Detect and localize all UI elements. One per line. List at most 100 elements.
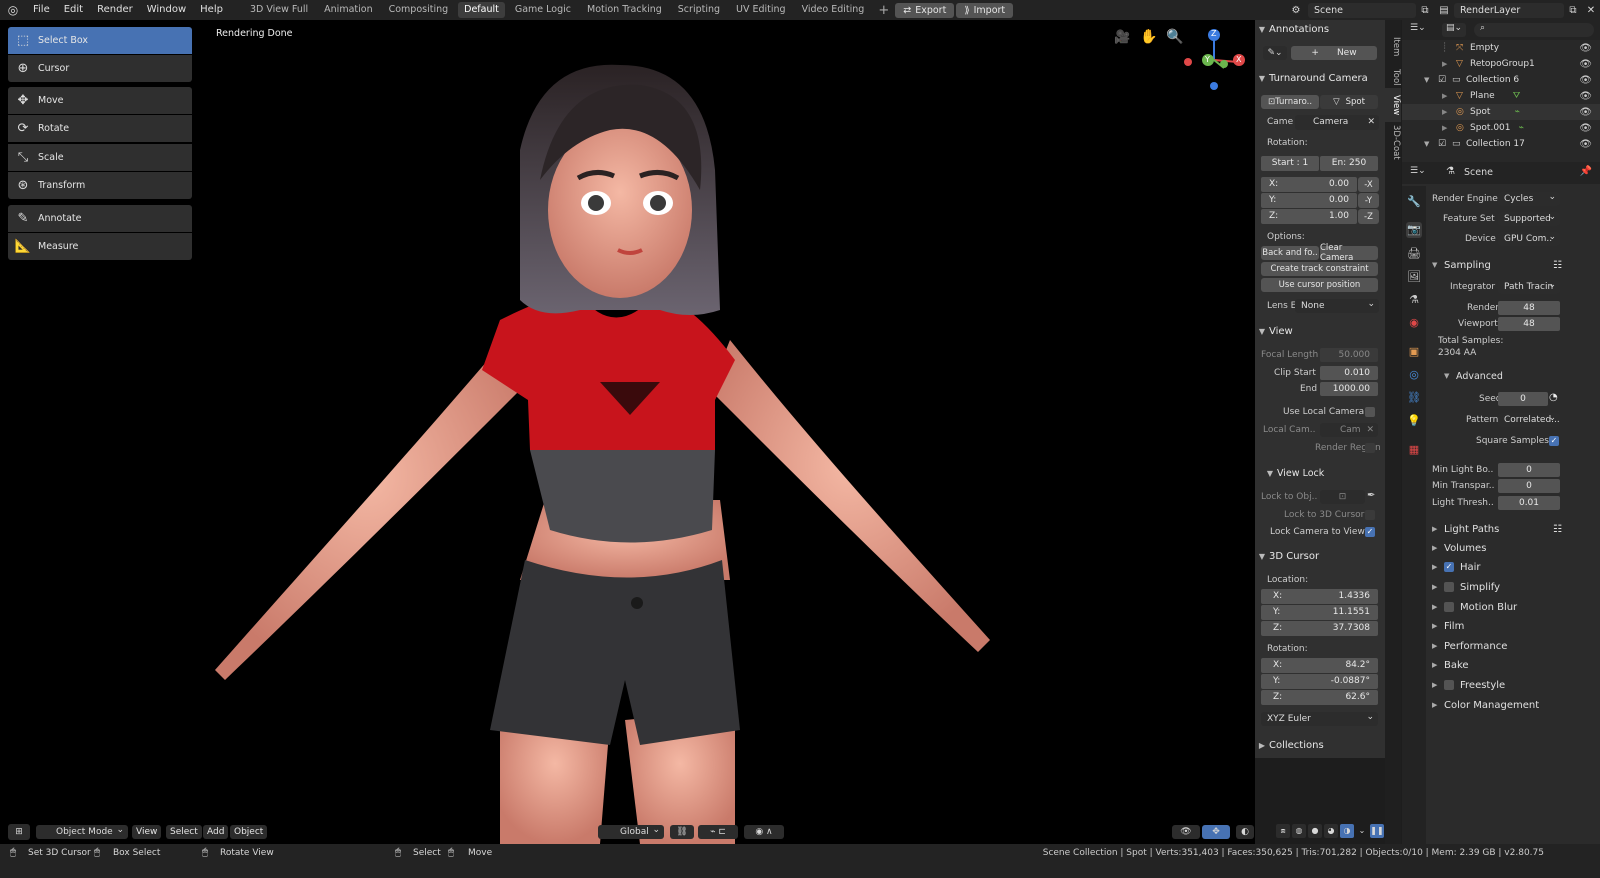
sampling-header[interactable]: ▼ Sampling ☷ — [1432, 256, 1562, 274]
menu-view[interactable]: View — [132, 825, 162, 839]
cursor-loc-z-field[interactable]: Z: 37.7308 — [1261, 621, 1378, 636]
snap-icon[interactable]: ⌁ ⊏ — [698, 825, 738, 839]
eyedropper-icon[interactable]: ✒ — [1367, 490, 1375, 501]
tool-scale[interactable]: ⤡ Scale — [8, 144, 192, 171]
wireframe-shading-icon[interactable]: ◍ — [1292, 824, 1306, 838]
expand-arrow-icon[interactable]: ▶ — [1442, 60, 1456, 68]
editor-type-icon[interactable]: ⊞ — [8, 824, 30, 840]
outliner-row[interactable]: ▶ ▽ Plane ⛛ 👁 — [1402, 88, 1600, 104]
pause-render-icon[interactable]: ❚❚ — [1370, 824, 1384, 838]
xray-icon[interactable]: ⧈ — [1276, 824, 1290, 838]
annotation-layer-icon[interactable]: ✎⌄ — [1263, 46, 1287, 60]
outliner-search-input[interactable]: ⌕ — [1474, 23, 1594, 37]
light-threshold-field[interactable]: 0.01 — [1498, 496, 1560, 510]
tab-compositing[interactable]: Compositing — [383, 2, 455, 18]
use-local-camera-checkbox[interactable] — [1365, 407, 1375, 417]
outliner-row[interactable]: ▼ ☑ ▭ Collection 6 👁 — [1402, 72, 1600, 88]
tool-select-box[interactable]: ⬚ Select Box — [8, 27, 192, 54]
back-and-forth-button[interactable]: Back and fo.. — [1261, 246, 1319, 260]
viewport-samples-field[interactable]: 48 — [1498, 317, 1560, 331]
tab-motion-tracking[interactable]: Motion Tracking — [581, 2, 668, 18]
turnaround-button[interactable]: ⊡ Turnaro.. — [1261, 95, 1319, 109]
presets-list-icon[interactable]: ☷ — [1553, 260, 1562, 271]
camera-view-icon[interactable]: 🎥 — [1114, 30, 1130, 45]
outliner-row[interactable]: ▼ ☑ ▭ Collection 17 👁 — [1402, 136, 1600, 152]
lens-dropdown[interactable]: None — [1295, 297, 1379, 313]
pattern-dropdown[interactable]: Correlated... — [1498, 411, 1560, 427]
texture-tab-icon[interactable]: ▦ — [1406, 442, 1422, 458]
scene-name-field[interactable]: Scene — [1308, 2, 1416, 18]
solid-shading-icon[interactable]: ● — [1308, 824, 1322, 838]
tool-cursor[interactable]: ⊕ Cursor — [8, 55, 192, 82]
lock-camera-checkbox[interactable]: ✓ — [1365, 527, 1375, 537]
close-layer-icon[interactable]: ✕ — [1582, 5, 1600, 16]
constraints-tab-icon[interactable]: ⛓ — [1406, 390, 1422, 406]
lock-object-field[interactable]: ⊡ — [1320, 490, 1365, 504]
scene-tab-icon[interactable]: ⚗ — [1406, 292, 1422, 308]
clock-icon[interactable]: ◔ — [1549, 392, 1560, 406]
rendered-shading-icon[interactable]: ◑ — [1340, 824, 1354, 838]
simplify-checkbox[interactable] — [1444, 582, 1454, 592]
focal-length-field[interactable]: 50.000 — [1320, 348, 1378, 362]
spot-button[interactable]: ▽ Spot — [1320, 95, 1378, 109]
tab-view[interactable]: View — [1385, 88, 1401, 122]
clip-end-field[interactable]: 1000.00 — [1320, 382, 1378, 396]
shading-options-icon[interactable]: ⌄ — [1356, 824, 1368, 838]
visibility-eye-icon[interactable]: 👁 — [1579, 123, 1592, 134]
lock-to-cursor-checkbox[interactable] — [1365, 510, 1375, 520]
new-layer-icon[interactable]: ⧉ — [1564, 5, 1582, 16]
outliner-row[interactable]: ▶ ◎ Spot.001 ⌁ 👁 — [1402, 120, 1600, 136]
light-paths-header[interactable]: ▶ Light Paths ☷ — [1432, 520, 1562, 538]
render-engine-dropdown[interactable]: Cycles — [1498, 190, 1560, 206]
object-tab-icon[interactable]: ▣ — [1406, 344, 1422, 360]
simplify-header[interactable]: ▶ Simplify — [1432, 578, 1500, 596]
cursor-rot-y-field[interactable]: Y: -0.0887° — [1261, 674, 1378, 689]
3d-cursor-header[interactable]: ▼ 3D Cursor — [1255, 547, 1385, 565]
visibility-eye-icon[interactable]: 👁 — [1579, 91, 1592, 102]
tab-animation[interactable]: Animation — [318, 2, 378, 18]
start-frame-field[interactable]: Start : 1 — [1261, 156, 1319, 171]
view-layer-tab-icon[interactable]: 🖼 — [1406, 269, 1422, 285]
tool-settings-tab-icon[interactable]: 🔧 — [1406, 194, 1422, 210]
visibility-eye-icon[interactable]: 👁 — [1579, 43, 1592, 54]
menu-select[interactable]: Select — [166, 825, 202, 839]
menu-add[interactable]: Add — [203, 825, 229, 839]
presets-list-icon[interactable]: ☷ — [1553, 524, 1562, 535]
checkbox-icon[interactable]: ☑ — [1438, 75, 1452, 85]
freestyle-header[interactable]: ▶ Freestyle — [1432, 676, 1505, 694]
new-annotation-button[interactable]: + New — [1291, 46, 1377, 60]
view-header[interactable]: ▼ View — [1255, 322, 1385, 340]
tab-uv-editing[interactable]: UV Editing — [730, 2, 792, 18]
physics-tab-icon[interactable]: ◎ — [1406, 367, 1422, 383]
checkbox-icon[interactable]: ☑ — [1438, 139, 1452, 149]
tab-scripting[interactable]: Scripting — [672, 2, 726, 18]
expand-arrow-icon[interactable]: ▼ — [1424, 76, 1438, 84]
seed-field[interactable]: 0 — [1498, 392, 1548, 406]
expand-arrow-icon[interactable]: ▼ — [1424, 140, 1438, 148]
menu-render[interactable]: Render — [90, 0, 140, 20]
overlay-toggle-icon[interactable]: ◐ — [1236, 825, 1254, 839]
end-frame-field[interactable]: En: 250 — [1320, 156, 1378, 171]
tab-item[interactable]: Item — [1385, 30, 1401, 64]
outliner-row[interactable]: ┊ ⤧ Empty 👁 — [1402, 40, 1600, 56]
expand-arrow-icon[interactable]: ▶ — [1442, 108, 1456, 116]
orientation-dropdown[interactable]: Global — [598, 823, 664, 839]
display-mode-icon[interactable]: ▤⌄ — [1442, 23, 1466, 37]
advanced-header[interactable]: ▼ Advanced — [1444, 367, 1503, 385]
turnaround-camera-header[interactable]: ▼ Turnaround Camera — [1255, 69, 1385, 87]
render-samples-field[interactable]: 48 — [1498, 301, 1560, 315]
import-button[interactable]: ⟫ Import — [956, 2, 1014, 18]
create-track-button[interactable]: Create track constraint — [1261, 262, 1378, 276]
clear-icon[interactable]: ✕ — [1366, 423, 1374, 437]
render-layer-field[interactable]: RenderLayer — [1454, 2, 1564, 18]
min-light-bounces-field[interactable]: 0 — [1498, 463, 1560, 477]
gizmo-toggle-icon[interactable]: ✥ — [1202, 825, 1230, 839]
tab-game-logic[interactable]: Game Logic — [509, 2, 577, 18]
neg-x-button[interactable]: -X — [1358, 177, 1379, 192]
neg-y-button[interactable]: -Y — [1358, 193, 1379, 208]
render-region-checkbox[interactable] — [1365, 443, 1375, 453]
blender-logo-icon[interactable]: ◎ — [0, 3, 26, 17]
square-samples-checkbox[interactable]: ✓ — [1549, 436, 1559, 446]
neg-z-button[interactable]: -Z — [1358, 209, 1379, 224]
scene-browse-icon[interactable]: ⚙ — [1284, 5, 1308, 16]
